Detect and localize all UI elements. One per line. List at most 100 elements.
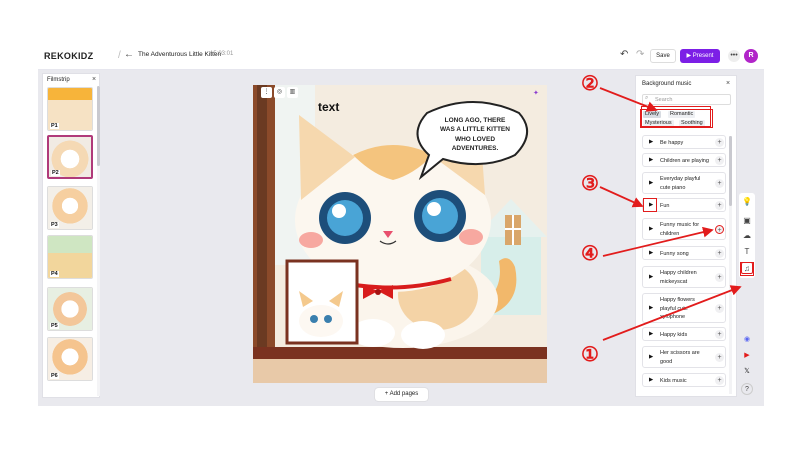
page-thumbnail[interactable]: P1	[47, 87, 93, 131]
filmstrip-panel: Filmstrip × P1 P2 P3 P4 P5 P6	[42, 73, 100, 398]
track-name: Happy children mickeyscat	[660, 270, 697, 285]
top-bar: REKOKIDZ / ← The Adventurous Little Kitt…	[38, 42, 764, 70]
filmstrip-scrollbar[interactable]	[97, 86, 100, 396]
add-track-button[interactable]: +	[715, 156, 724, 165]
add-track-button[interactable]: +	[715, 304, 724, 313]
close-icon[interactable]: ×	[92, 76, 96, 83]
annotation-number-1: ①	[581, 344, 599, 366]
add-pages-button[interactable]: + Add pages	[375, 388, 428, 401]
music-track[interactable]: ▶ Children are playing +	[642, 153, 726, 167]
music-track[interactable]: ▶ Be happy +	[642, 135, 726, 149]
redo-icon[interactable]: ↷	[636, 49, 644, 60]
add-track-button[interactable]: +	[715, 273, 724, 282]
page-label: P4	[50, 271, 59, 277]
save-button[interactable]: Save	[650, 49, 676, 63]
app-window: REKOKIDZ / ← The Adventurous Little Kitt…	[0, 0, 800, 450]
play-icon[interactable]: ▶	[649, 331, 653, 337]
music-track[interactable]: ▶ Funny song +	[642, 246, 726, 260]
close-icon[interactable]: ×	[726, 80, 730, 87]
annotation-number-2: ②	[581, 73, 599, 95]
annotation-number-3: ③	[581, 173, 599, 195]
page-label: P1	[50, 123, 59, 129]
present-button[interactable]: ▶ Present	[680, 49, 720, 63]
play-icon[interactable]: ▶	[649, 157, 653, 163]
music-search-input[interactable]: Search	[642, 94, 731, 105]
annotation-tags-box	[641, 106, 711, 127]
page-label: P6	[50, 373, 59, 379]
page-label: P2	[51, 170, 60, 176]
music-list-scrollbar[interactable]	[729, 136, 732, 394]
add-track-button[interactable]: +	[715, 201, 724, 210]
page-label: P5	[50, 323, 59, 329]
page-thumbnail[interactable]: P2	[47, 135, 93, 179]
cloud-upload-icon[interactable]: ☁	[741, 230, 753, 242]
youtube-icon[interactable]: ▶	[741, 350, 753, 362]
search-icon: ⌕	[645, 95, 649, 101]
page-thumbnail[interactable]: P6	[47, 337, 93, 381]
undo-icon[interactable]: ↶	[620, 49, 628, 60]
track-name: Funny song	[660, 250, 689, 257]
add-track-button[interactable]: +	[715, 249, 724, 258]
music-track[interactable]: ▶ Happy flowers playful cute xylophone +	[642, 293, 726, 323]
page-label: P3	[50, 222, 59, 228]
track-name: Fun	[660, 202, 670, 209]
breadcrumb-separator: /	[118, 50, 121, 61]
image-icon[interactable]: ▣	[741, 215, 753, 227]
play-icon[interactable]: ▶	[649, 139, 653, 145]
add-track-button[interactable]: +	[715, 353, 724, 362]
track-name: Be happy	[660, 139, 684, 146]
x-icon[interactable]: 𝕏	[741, 366, 753, 378]
music-panel-title: Background music	[642, 81, 692, 87]
play-icon[interactable]: ▶	[649, 377, 653, 383]
track-name: Everyday playful cute piano	[660, 176, 701, 191]
add-track-button[interactable]: +	[715, 179, 724, 188]
play-icon[interactable]: ▶	[649, 305, 653, 311]
add-track-button[interactable]: +	[715, 138, 724, 147]
track-name: Funny music for children	[660, 222, 700, 237]
add-track-button[interactable]: +	[715, 330, 724, 339]
track-name: Children are playing	[660, 157, 709, 164]
play-icon[interactable]: ▶	[649, 250, 653, 256]
add-track-button[interactable]: +	[715, 376, 724, 385]
magic-wand-icon[interactable]: ✦	[533, 89, 539, 97]
track-name: Her scissors are good	[660, 350, 700, 365]
lightbulb-icon[interactable]: 💡	[741, 196, 753, 208]
palette-icon[interactable]: ◎	[274, 87, 285, 98]
canvas-toolbar: ⋮ ◎ ▥	[261, 87, 298, 98]
page-thumbnail[interactable]: P3	[47, 186, 93, 230]
scrollbar-thumb[interactable]	[729, 136, 732, 206]
play-icon[interactable]: ▶	[649, 354, 653, 360]
text-icon[interactable]: T	[741, 246, 753, 258]
play-icon[interactable]: ▶	[649, 180, 653, 186]
music-track[interactable]: ▶ Kids music +	[642, 373, 726, 387]
speech-bubble-text[interactable]: Long ago, there was a little kitten who …	[437, 116, 513, 154]
document-title[interactable]: The Adventurous Little Kitten	[138, 51, 221, 58]
music-track[interactable]: ▶ Happy children mickeyscat +	[642, 266, 726, 288]
music-track[interactable]: ▶ Everyday playful cute piano +	[642, 172, 726, 194]
add-track-button[interactable]: +	[715, 225, 724, 234]
track-name: Happy kids	[660, 331, 688, 338]
filmstrip-title: Filmstrip	[47, 77, 70, 83]
music-track[interactable]: ▶ Her scissors are good +	[642, 346, 726, 368]
arrow-left-icon[interactable]: ←	[124, 49, 134, 60]
play-icon[interactable]: ▶	[649, 226, 653, 232]
track-name: Kids music	[660, 377, 687, 384]
document-timestamp: 15:03:01	[210, 51, 234, 57]
music-track[interactable]: ▶ Funny music for children +	[642, 218, 726, 240]
more-vertical-icon[interactable]: ⋮	[261, 87, 272, 98]
music-track[interactable]: ▶ Happy kids +	[642, 327, 726, 341]
annotation-play-box	[643, 198, 657, 212]
scrollbar-thumb[interactable]	[97, 86, 100, 166]
help-icon[interactable]: ?	[741, 383, 753, 395]
annotation-number-4: ④	[581, 243, 599, 265]
more-options-button[interactable]: •••	[728, 50, 740, 62]
page-thumbnail[interactable]: P5	[47, 287, 93, 331]
layout-icon[interactable]: ▥	[287, 87, 298, 98]
discord-icon[interactable]: ◉	[741, 334, 753, 346]
avatar[interactable]: R	[744, 49, 758, 63]
track-name: Happy flowers playful cute xylophone	[660, 297, 695, 320]
app-logo[interactable]: REKOKIDZ	[44, 51, 93, 61]
play-icon[interactable]: ▶	[649, 274, 653, 280]
canvas-text-box[interactable]: text	[318, 100, 339, 114]
page-thumbnail[interactable]: P4	[47, 235, 93, 279]
